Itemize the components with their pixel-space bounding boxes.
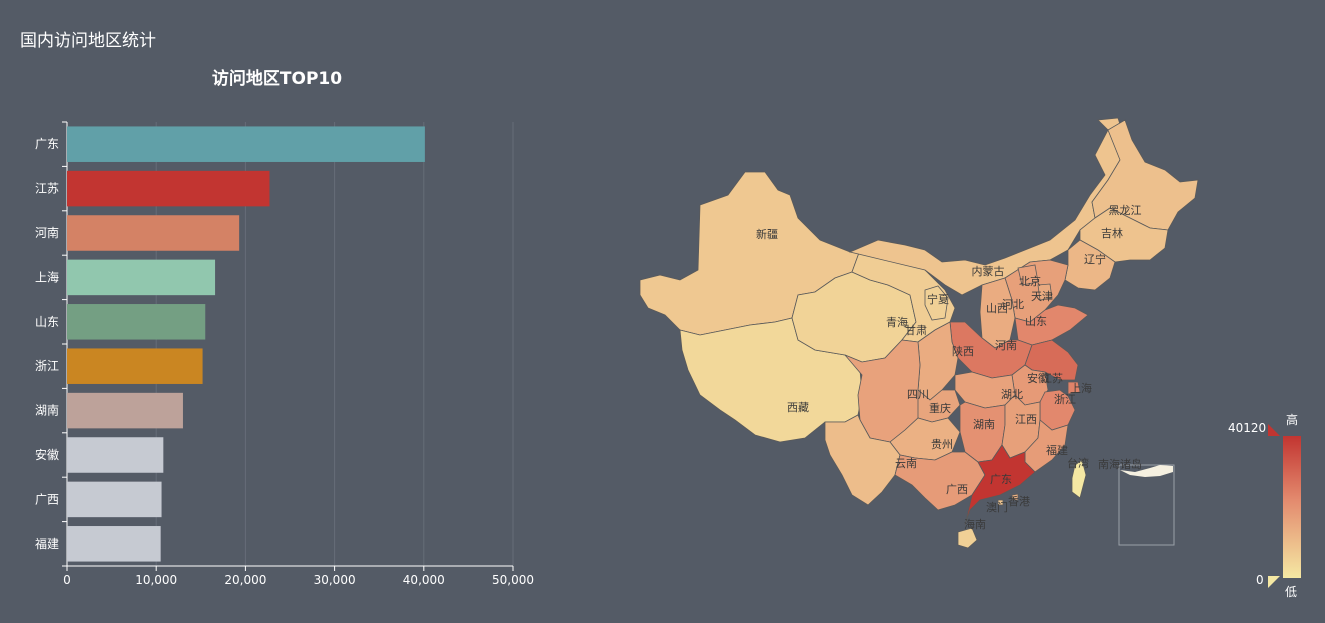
map-label-澳门: 澳门 [986, 500, 1008, 514]
x-tick-label: 20,000 [224, 573, 266, 587]
bar-安徽[interactable] [67, 437, 164, 473]
x-tick-label: 50,000 [492, 573, 534, 587]
map-label-广东: 广东 [990, 473, 1012, 486]
category-label: 广西 [35, 492, 59, 506]
bar-上海[interactable] [67, 259, 216, 296]
category-label: 浙江 [35, 359, 59, 373]
map-label-云南: 云南 [895, 457, 917, 470]
bar-广西[interactable] [67, 481, 162, 518]
visual-map-gradient-bar[interactable] [1283, 436, 1301, 578]
map-label-吉林: 吉林 [1101, 226, 1123, 240]
south-sea-inset [1118, 464, 1175, 546]
map-label-天津: 天津 [1031, 290, 1053, 303]
map-label-山东: 山东 [1025, 315, 1047, 328]
map-label-南海诸岛: 南海诸岛 [1098, 457, 1142, 471]
top10-bar-chart: 0 10,000 20,000 30,000 40,000 50,000 广东江苏河南上海山… [35, 121, 534, 587]
map-label-宁夏: 宁夏 [927, 292, 949, 306]
category-label: 安徽 [35, 447, 59, 462]
category-label: 江苏 [35, 182, 59, 196]
x-tick-label: 10,000 [135, 573, 177, 587]
map-label-贵州: 贵州 [931, 438, 953, 451]
category-label: 福建 [35, 536, 59, 551]
map-label-重庆: 重庆 [929, 401, 951, 415]
map-label-浙江: 浙江 [1054, 393, 1076, 406]
map-region-海南[interactable] [957, 527, 978, 549]
map-label-江西: 江西 [1015, 413, 1037, 426]
x-tick-label: 40,000 [403, 573, 445, 587]
china-visit-map: 新疆西藏青海甘肃宁夏内蒙古黑龙江吉林辽宁北京天津河北山西山东河南陕西江苏上海安徽… [639, 117, 1199, 549]
visual-map-min-label[interactable]: 0 [1256, 573, 1264, 587]
category-label: 广东 [35, 137, 59, 151]
bar-广东[interactable] [67, 126, 425, 162]
x-tick-label: 0 [63, 573, 71, 587]
bar-河南[interactable] [67, 215, 240, 251]
bar-浙江[interactable] [67, 348, 203, 384]
map-label-山西: 山西 [986, 302, 1008, 315]
map-label-安徽: 安徽 [1027, 371, 1049, 385]
category-label: 上海 [35, 269, 59, 284]
visual-map-min-handle-icon[interactable] [1268, 576, 1280, 588]
category-label: 山东 [35, 315, 59, 329]
x-tick-label: 30,000 [314, 573, 356, 587]
map-label-湖北: 湖北 [1001, 388, 1023, 401]
map-label-西藏: 西藏 [787, 401, 809, 414]
map-label-台湾: 台湾 [1067, 456, 1089, 470]
category-label: 河南 [35, 225, 59, 240]
bar-湖南[interactable] [67, 392, 183, 429]
map-label-福建: 福建 [1046, 443, 1068, 457]
map-label-河南: 河南 [995, 339, 1017, 352]
map-label-香港: 香港 [1008, 495, 1030, 508]
map-label-湖南: 湖南 [973, 418, 995, 431]
map-label-北京: 北京 [1019, 274, 1041, 288]
visual-map-high-text: 高 [1286, 413, 1299, 427]
bar-山东[interactable] [67, 304, 206, 340]
bar-福建[interactable] [67, 526, 161, 562]
map-label-辽宁: 辽宁 [1084, 252, 1106, 266]
map-label-新疆: 新疆 [756, 227, 778, 241]
bar-江苏[interactable] [67, 170, 270, 207]
map-label-四川: 四川 [907, 388, 929, 401]
dashboard: 国内访问地区统计 访问地区TOP10 0 10,000 20,000 30,000 40… [0, 0, 1325, 623]
map-label-陕西: 陕西 [952, 344, 974, 358]
visual-map-low-text: 低 [1285, 585, 1298, 599]
visual-map-max-handle-icon[interactable] [1268, 424, 1280, 436]
map-label-广西: 广西 [946, 483, 968, 496]
map-label-甘肃: 甘肃 [905, 324, 927, 337]
map-label-内蒙古: 内蒙古 [972, 264, 1005, 278]
category-label: 湖南 [35, 403, 59, 418]
visual-map-max-label[interactable]: 40120 [1228, 421, 1266, 435]
map-label-海南: 海南 [964, 517, 986, 531]
map-label-黑龙江: 黑龙江 [1109, 204, 1142, 217]
